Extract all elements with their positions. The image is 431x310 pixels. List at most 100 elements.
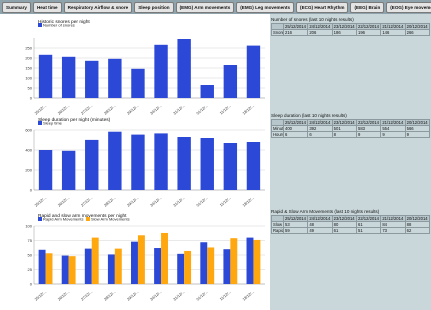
bar <box>177 39 191 98</box>
bar <box>246 237 254 284</box>
bar <box>246 45 261 98</box>
table-row-label: Minutes <box>271 125 284 132</box>
y-tick-label: 0 <box>30 95 33 100</box>
y-tick-label: 100 <box>25 75 32 80</box>
table-header-cell: 21/12/2014 <box>380 215 406 222</box>
y-tick-label: 600 <box>25 127 32 132</box>
x-tick-label: 11/12/... <box>219 196 232 208</box>
tab-ecg-heart-rhythm[interactable]: (ECG) Heart Rhythm <box>296 1 349 13</box>
x-tick-label: 27/12/... <box>80 104 93 116</box>
tab-heat-time[interactable]: Heat time <box>32 1 62 13</box>
bar <box>154 44 168 98</box>
y-tick-label: 250 <box>25 45 32 50</box>
tab-emg-leg-movements[interactable]: (EMG) Leg movements <box>236 1 295 13</box>
bar <box>108 58 122 98</box>
table-cell: 206 <box>307 29 333 36</box>
tab-sleep-position[interactable]: Sleep position <box>134 1 174 13</box>
table-cell: 59 <box>282 227 309 234</box>
bar <box>207 247 215 284</box>
x-tick-label: 28/12/... <box>103 196 116 208</box>
table-header-cell: 25/12/2014 <box>282 215 309 222</box>
table-cell: 9 <box>404 131 431 138</box>
bar <box>131 134 145 190</box>
y-tick-label: 50 <box>28 85 33 90</box>
x-tick-label: 31/12/... <box>173 290 186 302</box>
sleep-table-title: Sleep duration (last 10 nights results) <box>271 113 347 118</box>
x-tick-label: 18/12/... <box>242 290 255 302</box>
tab-eeg-brain[interactable]: (EEG) Brain <box>350 1 385 13</box>
bar <box>177 253 185 284</box>
bar <box>85 60 99 98</box>
table-cell: 186 <box>331 29 357 36</box>
legend-swatch <box>38 217 42 221</box>
x-tick-label: 27/12/... <box>80 196 93 208</box>
x-tick-label: 26/12/... <box>57 290 70 302</box>
y-tick-label: 25 <box>28 267 33 272</box>
table-cell: 6 <box>282 131 309 138</box>
x-tick-label: 01/12/... <box>196 104 209 116</box>
bar <box>131 241 138 284</box>
table-header-cell: 23/12/2014 <box>331 215 357 222</box>
y-tick-label: 200 <box>25 55 32 60</box>
bar <box>38 150 53 190</box>
bar <box>38 54 53 98</box>
y-tick-label: 150 <box>25 65 32 70</box>
bar <box>154 248 162 284</box>
sleep-table: 25/12/2014 24/12/2014 23/12/2014 22/12/2014… <box>271 119 431 138</box>
tab-eog-eye-movements[interactable]: (EOG) Eye movements <box>386 1 431 13</box>
sleep-table-panel: Sleep duration (last 10 nights results) … <box>271 112 431 138</box>
bar <box>230 238 238 284</box>
legend-label: Rapid Arm Movements <box>43 217 83 222</box>
table-header-cell: 24/12/2014 <box>307 119 333 126</box>
bar <box>114 248 122 284</box>
bar <box>38 249 46 284</box>
y-tick-label: 200 <box>25 167 32 172</box>
bar <box>108 131 122 190</box>
arm-table: 25/12/2014 24/12/2014 23/12/2014 22/12/2014… <box>271 215 431 234</box>
bar <box>200 242 208 284</box>
x-tick-label: 25/12/... <box>34 104 47 116</box>
table-cell: 49 <box>307 227 333 234</box>
tables-pane: Number of snores (last 10 nights results… <box>270 14 431 310</box>
table-cell: 146 <box>380 29 406 36</box>
tab-summary[interactable]: Summary <box>2 1 31 13</box>
bar <box>177 137 191 190</box>
y-tick-label: 50 <box>28 252 33 257</box>
x-tick-label: 29/12/... <box>127 196 140 208</box>
y-tick-label: 75 <box>28 238 33 243</box>
table-header-cell: 20/12/2014 <box>404 119 431 126</box>
table-cell: 266 <box>404 29 431 36</box>
table-header-cell: 23/12/2014 <box>331 23 357 30</box>
table-header-cell: 24/12/2014 <box>307 215 333 222</box>
x-tick-label: 18/12/... <box>242 196 255 208</box>
table-row-label: Rapid <box>271 227 284 234</box>
x-tick-label: 31/12/... <box>173 196 186 208</box>
tab-emg-arm-movements[interactable]: (EMG) Arm movements <box>175 1 235 13</box>
x-tick-label: 11/12/... <box>219 104 232 116</box>
table-cell: 8 <box>331 131 357 138</box>
bar <box>200 138 214 190</box>
table-row: Snores216206186196146266 <box>271 29 431 36</box>
x-tick-label: 25/12/... <box>34 196 47 208</box>
x-tick-label: 25/12/... <box>34 290 47 302</box>
table-header-cell: 20/12/2014 <box>404 23 431 30</box>
x-tick-label: 18/12/... <box>242 104 255 116</box>
x-tick-label: 28/12/... <box>103 104 116 116</box>
bar <box>253 239 261 284</box>
table-header-cell: 22/12/2014 <box>355 119 382 126</box>
bar <box>161 232 168 284</box>
table-header-cell: 21/12/2014 <box>380 119 406 126</box>
table-cell: 6 <box>307 131 333 138</box>
x-tick-label: 26/12/... <box>57 196 70 208</box>
tab-respiratory-airflow-snore[interactable]: Respiratory Airflow & snore <box>63 1 133 13</box>
bar <box>223 65 238 98</box>
bar <box>85 139 99 190</box>
table-header-cell: 24/12/2014 <box>307 23 333 30</box>
x-tick-label: 30/12/... <box>150 290 163 302</box>
bar <box>154 133 168 190</box>
tab-bar: Summary Heat time Respiratory Airflow & sn… <box>0 0 431 14</box>
legend-swatch <box>85 217 90 221</box>
legend-swatch <box>38 23 42 27</box>
bar <box>184 250 192 284</box>
x-tick-label: 30/12/... <box>150 196 163 208</box>
